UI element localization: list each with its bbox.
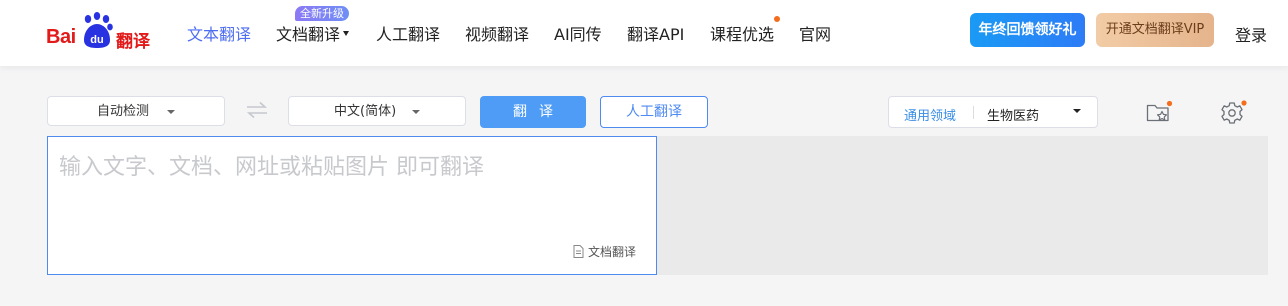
source-language-value: 自动检测 xyxy=(97,104,150,119)
nav-courses[interactable]: 课程优选 xyxy=(710,21,774,45)
domain-select[interactable]: 通用领域 生物医药 xyxy=(888,96,1098,128)
input-placeholder: 输入文字、文档、网址或粘贴图片 即可翻译 xyxy=(59,155,484,180)
nav-official-site[interactable]: 官网 xyxy=(799,21,831,45)
translation-output-panel xyxy=(657,136,1268,275)
document-icon xyxy=(573,245,584,258)
translate-button[interactable]: 翻译 xyxy=(480,96,586,128)
target-language-select[interactable]: 中文(简体) xyxy=(288,96,466,126)
chevron-down-icon xyxy=(167,110,175,114)
doc-translate-link[interactable]: 文档翻译 xyxy=(573,243,636,260)
login-link[interactable]: 登录 xyxy=(1235,22,1267,46)
baidu-fanyi-logo[interactable]: Bai du 翻译 xyxy=(46,12,158,52)
nav-ai-interpret[interactable]: AI同传 xyxy=(554,21,602,45)
promo-button[interactable]: 年终回馈领好礼 xyxy=(970,13,1085,47)
settings-gear-icon[interactable] xyxy=(1220,100,1248,124)
logo-fanyi-text: 翻译 xyxy=(116,32,150,52)
nav-video-translate[interactable]: 视频翻译 xyxy=(465,21,529,45)
notification-dot xyxy=(774,16,780,22)
doc-translate-link-label: 文档翻译 xyxy=(587,245,636,259)
target-language-value: 中文(简体) xyxy=(334,104,397,119)
nav-human-translate[interactable]: 人工翻译 xyxy=(376,21,440,45)
domain-value: 生物医药 xyxy=(987,109,1040,124)
chevron-down-icon xyxy=(1073,109,1081,113)
swap-icon[interactable] xyxy=(245,101,269,119)
nav-translate-api[interactable]: 翻译API xyxy=(627,21,684,45)
favorites-icon[interactable] xyxy=(1146,100,1174,124)
domain-divider xyxy=(973,106,974,119)
nav-doc-translate-label: 文档翻译 xyxy=(276,25,341,44)
top-header: Bai du 翻译 文本翻译 文档翻译 人工翻译 视频翻译 AI同传 翻译API… xyxy=(0,0,1288,66)
chevron-down-icon xyxy=(343,31,350,36)
logo-du-text: du xyxy=(90,34,103,46)
nav-text-translate[interactable]: 文本翻译 xyxy=(187,21,251,45)
vip-button[interactable]: 开通文档翻译VIP xyxy=(1096,13,1214,47)
paw-logo-icon: du xyxy=(84,12,113,48)
logo-bai-text: Bai xyxy=(46,26,76,48)
upgrade-badge: 全新升级 xyxy=(295,6,349,21)
human-translate-button[interactable]: 人工翻译 xyxy=(600,96,708,128)
source-language-select[interactable]: 自动检测 xyxy=(47,96,225,126)
domain-label: 通用领域 xyxy=(904,109,957,124)
chevron-down-icon xyxy=(412,110,420,114)
source-text-input[interactable]: 输入文字、文档、网址或粘贴图片 即可翻译 文档翻译 xyxy=(47,136,657,275)
nav-doc-translate[interactable]: 文档翻译 xyxy=(276,21,350,45)
